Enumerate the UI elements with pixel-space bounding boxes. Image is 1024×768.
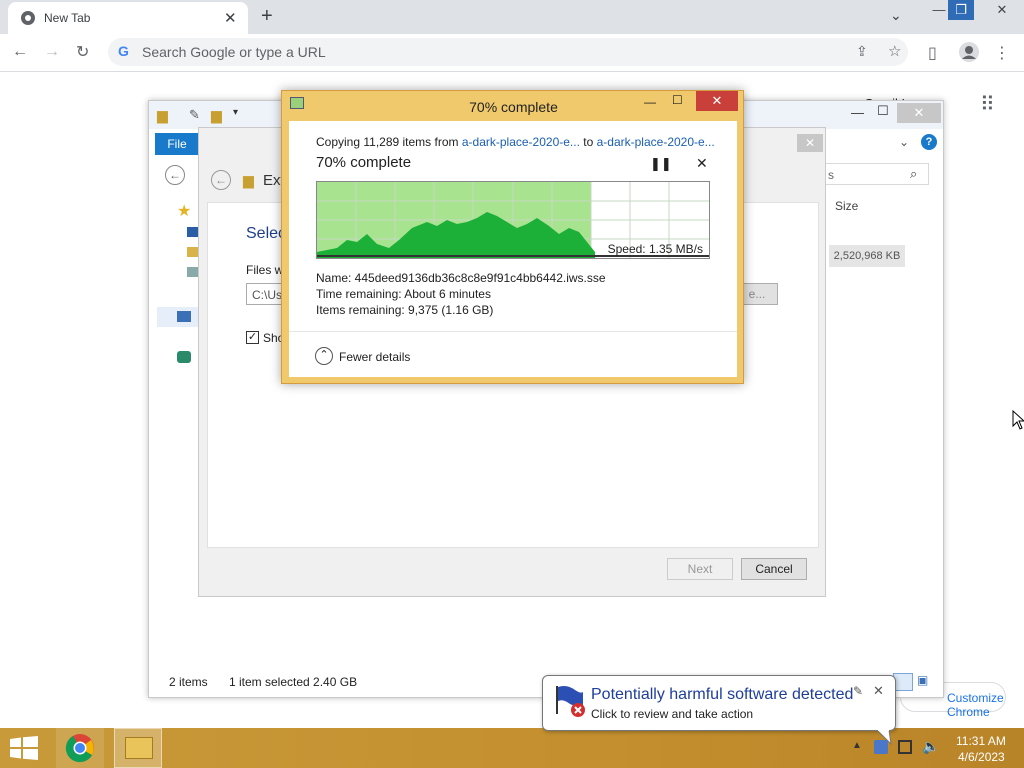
fewer-details-label: Fewer details xyxy=(339,350,411,364)
favorites-star-icon[interactable]: ★ xyxy=(177,201,191,221)
divider xyxy=(289,331,737,332)
speed-label: Speed: 1.35 MB/s xyxy=(607,242,703,256)
destination-link[interactable]: a-dark-place-2020-e... xyxy=(597,135,715,149)
pause-icon[interactable]: ❚❚ xyxy=(650,156,672,172)
show-hidden-icons-icon[interactable]: ▲ xyxy=(852,740,862,751)
google-g-icon: G xyxy=(118,43,129,59)
chrome-menu-icon[interactable]: ⋮ xyxy=(994,43,1010,63)
forward-icon[interactable]: → xyxy=(44,43,60,61)
help-icon[interactable]: ? xyxy=(921,134,937,150)
file-explorer-icon xyxy=(125,737,153,759)
volume-muted-icon[interactable]: 🔈 xyxy=(922,738,939,755)
next-button[interactable]: Next xyxy=(667,558,733,580)
this-pc-nav-item[interactable] xyxy=(157,307,201,327)
tab-search-chevron-icon[interactable]: ⌄ xyxy=(890,7,902,24)
notification-options-icon[interactable]: ✎ xyxy=(853,684,863,698)
files-label: Files wi xyxy=(246,263,287,277)
copy-close-icon[interactable]: ✕ xyxy=(696,91,738,111)
restore-icon[interactable]: ❐ xyxy=(948,0,974,20)
copy-progress-dialog: 70% complete — ☐ ✕ Copying 11,289 items … xyxy=(281,90,744,384)
profile-avatar-icon[interactable] xyxy=(958,41,980,63)
new-folder-icon[interactable]: ▆ xyxy=(211,107,222,124)
copying-prefix: Copying 11,289 items from xyxy=(316,135,459,149)
explorer-minimize-icon[interactable]: — xyxy=(851,105,864,120)
ribbon-file-tab[interactable]: File xyxy=(155,133,199,155)
column-size-header[interactable]: Size xyxy=(835,199,858,213)
back-icon[interactable]: ← xyxy=(12,43,28,61)
wizard-back-icon[interactable]: ← xyxy=(211,170,231,190)
explorer-back-icon[interactable]: ← xyxy=(165,165,185,185)
taskbar: ▲ 🔈 11:31 AM 4/6/2023 xyxy=(0,728,1024,768)
action-center-warning-icon xyxy=(556,686,585,717)
tab-new-tab[interactable]: New Tab ✕ xyxy=(8,2,248,34)
copy-minimize-icon[interactable]: — xyxy=(644,95,656,109)
quick-access-dropdown-icon[interactable]: ▾ xyxy=(233,107,238,118)
computer-icon xyxy=(177,311,191,322)
search-box-text: s xyxy=(828,168,834,182)
properties-icon[interactable]: ✎ xyxy=(189,107,200,123)
wizard-close-icon[interactable]: ✕ xyxy=(797,134,823,152)
network-icon[interactable] xyxy=(177,351,191,363)
status-selection: 1 item selected 2.40 GB xyxy=(229,675,358,689)
customize-chrome-label: Customize Chrome xyxy=(947,691,1004,719)
side-panel-icon[interactable]: ▯ xyxy=(928,43,937,63)
explorer-search-box[interactable]: s ⌕ xyxy=(825,163,929,185)
next-label: Next xyxy=(687,562,713,576)
to-word: to xyxy=(583,135,594,149)
progress-heading: 70% complete xyxy=(316,154,412,171)
source-link[interactable]: a-dark-place-2020-e... xyxy=(462,135,580,149)
notification-title: Potentially harmful software detected xyxy=(591,686,854,703)
bookmark-star-icon[interactable]: ☆ xyxy=(888,42,901,60)
network-tray-icon[interactable] xyxy=(898,740,912,754)
cancel-copy-icon[interactable]: ✕ xyxy=(696,155,708,172)
reload-icon[interactable]: ↻ xyxy=(76,42,89,62)
apps-grid-icon[interactable]: ⠿ xyxy=(980,92,995,117)
cancel-label: Cancel xyxy=(755,562,793,576)
cancel-button[interactable]: Cancel xyxy=(741,558,807,580)
omnibox-placeholder: Search Google or type a URL xyxy=(142,44,326,60)
speed-graph: Speed: 1.35 MB/s xyxy=(316,181,710,259)
chrome-favicon-icon xyxy=(21,11,35,25)
browse-label: e... xyxy=(748,287,766,301)
collapse-chevron-icon: ⌃ xyxy=(315,347,333,365)
large-icons-view-icon[interactable]: ▣ xyxy=(917,673,935,689)
security-notification-balloon[interactable]: Potentially harmful software detected Cl… xyxy=(542,675,896,746)
windows-start-icon[interactable] xyxy=(10,736,38,760)
items-remaining-line: Items remaining: 9,375 (1.16 GB) xyxy=(316,303,494,317)
explorer-maximize-icon[interactable]: ☐ xyxy=(877,103,889,119)
status-item-count: 2 items xyxy=(169,675,208,689)
details-view-icon[interactable] xyxy=(893,673,913,691)
explorer-close-icon[interactable]: ✕ xyxy=(897,103,941,123)
name-line: Name: 445deed9136db36c8c8e9f91c4bb6442.i… xyxy=(316,271,606,285)
copy-maximize-icon[interactable]: ☐ xyxy=(672,93,683,107)
notification-subtitle: Click to review and take action xyxy=(591,707,754,721)
time-remaining-line: Time remaining: About 6 minutes xyxy=(316,287,491,301)
chrome-icon xyxy=(65,734,94,763)
folder-icon: ▆ xyxy=(157,107,168,123)
close-window-icon[interactable]: ✕ xyxy=(980,0,1024,20)
close-tab-icon[interactable]: ✕ xyxy=(224,9,237,27)
notification-close-icon[interactable]: ✕ xyxy=(873,683,884,699)
ribbon-expand-icon[interactable]: ⌄ xyxy=(899,135,909,149)
omnibox[interactable]: G Search Google or type a URL ⇪ ☆ xyxy=(108,38,908,66)
balloon-pointer xyxy=(877,730,892,746)
wizard-folder-icon: ▆ xyxy=(243,172,254,188)
tab-title: New Tab xyxy=(44,11,91,25)
clock-date[interactable]: 4/6/2023 xyxy=(958,750,1005,764)
copy-dialog-body: Copying 11,289 items from a-dark-place-2… xyxy=(289,121,737,377)
clock-time[interactable]: 11:31 AM xyxy=(956,734,1006,748)
show-checkbox[interactable]: ✓ xyxy=(246,331,259,344)
size-cell: 2,520,968 KB xyxy=(829,245,905,267)
taskbar-explorer-button[interactable] xyxy=(114,728,162,768)
share-icon[interactable]: ⇪ xyxy=(856,43,868,60)
mouse-cursor-icon xyxy=(1012,410,1024,430)
copying-line: Copying 11,289 items from a-dark-place-2… xyxy=(316,135,715,149)
new-tab-icon[interactable]: + xyxy=(261,5,273,28)
search-icon: ⌕ xyxy=(910,166,918,181)
taskbar-chrome-button[interactable] xyxy=(56,728,104,768)
